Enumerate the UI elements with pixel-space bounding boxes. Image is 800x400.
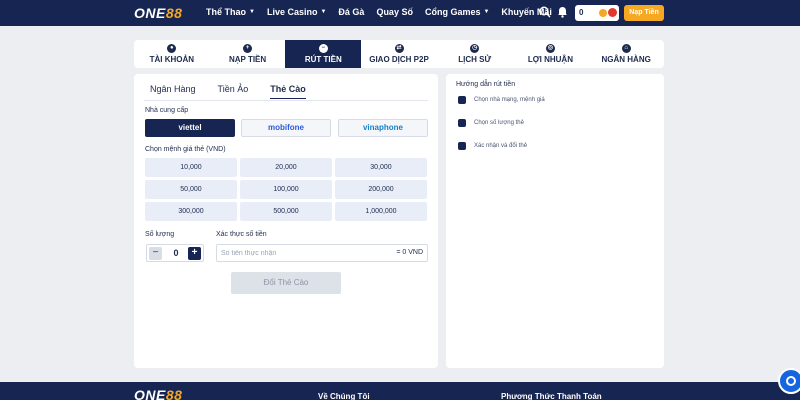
- denom-option[interactable]: 200,000: [335, 180, 427, 199]
- amount-label: Xác thực số tiền: [216, 231, 267, 238]
- tab-withdraw[interactable]: − RÚT TIỀN: [285, 40, 362, 68]
- quantity-label: Số lượng: [145, 231, 175, 238]
- denom-option[interactable]: 20,000: [240, 158, 332, 177]
- withdraw-method-tabs: Ngân Hàng Tiền Ảo Thẻ Cào: [150, 84, 328, 99]
- denom-option[interactable]: 500,000: [240, 202, 332, 221]
- denom-option[interactable]: 300,000: [145, 202, 237, 221]
- balance-display[interactable]: 0: [575, 5, 619, 21]
- card-icon: [458, 119, 466, 127]
- denom-option[interactable]: 10,000: [145, 158, 237, 177]
- quantity-stepper: − 0 +: [146, 244, 204, 262]
- provider-viettel[interactable]: viettel: [145, 119, 235, 137]
- amount-result: = 0 VND: [396, 249, 423, 256]
- clock-icon: ◷: [470, 44, 480, 53]
- guide-step: Chọn số lượng thẻ: [458, 119, 524, 127]
- tab-bank[interactable]: ⌂ NGÂN HÀNG: [588, 40, 664, 68]
- user-icon: ●: [167, 44, 177, 53]
- logo[interactable]: ONE88: [134, 5, 182, 21]
- withdraw-panel: Ngân Hàng Tiền Ảo Thẻ Cào Nhà cung cấp v…: [134, 74, 438, 368]
- denom-option[interactable]: 100,000: [240, 180, 332, 199]
- amount-input[interactable]: [221, 247, 371, 259]
- account-tabs: ● TÀI KHOẢN + NẠP TIỀN − RÚT TIỀN ⇄ GIAO DỊC…: [134, 40, 664, 68]
- nav-item-lottery[interactable]: Quay Số: [376, 7, 413, 17]
- chat-icon: [786, 376, 796, 386]
- main-nav: Thể Thao ▼ Live Casino ▼ Đá Gà Quay Số Cổn…: [206, 7, 564, 17]
- footer-payment-heading: Phương Thức Thanh Toán: [501, 392, 602, 400]
- footer: ONE88 Về Chúng Tôi Phương Thức Thanh Toá…: [0, 382, 800, 400]
- subtab-crypto[interactable]: Tiền Ảo: [218, 84, 249, 99]
- denom-option[interactable]: 1,000,000: [335, 202, 427, 221]
- guide-title: Hướng dẫn rút tiền: [456, 81, 516, 88]
- globe-icon: ◎: [545, 44, 555, 53]
- phone-icon: [458, 142, 466, 150]
- bell-icon[interactable]: [557, 6, 571, 20]
- denom-option[interactable]: 50,000: [145, 180, 237, 199]
- guide-step: Chọn nhà mạng, mệnh giá: [458, 96, 545, 104]
- subtab-bank[interactable]: Ngân Hàng: [150, 84, 196, 99]
- coin-icon: [599, 9, 607, 17]
- bank-icon: ⌂: [621, 44, 631, 53]
- minus-icon: −: [318, 44, 328, 53]
- subtab-scratch-card[interactable]: Thẻ Cào: [270, 84, 306, 99]
- denom-option[interactable]: 30,000: [335, 158, 427, 177]
- denomination-label: Chọn mệnh giá thẻ (VND): [145, 146, 226, 153]
- provider-vinaphone[interactable]: vinaphone: [338, 119, 428, 137]
- exchange-card-button[interactable]: Đổi Thẻ Cào: [231, 272, 341, 294]
- provider-mobifone[interactable]: mobifone: [241, 119, 331, 137]
- flag-icon: [608, 8, 617, 17]
- deposit-button[interactable]: Nạp Tiền: [624, 5, 664, 21]
- guide-step: Xác nhận và đổi thẻ: [458, 142, 527, 150]
- search-icon[interactable]: [539, 6, 553, 20]
- nav-item-cockfight[interactable]: Đá Gà: [338, 7, 364, 17]
- amount-field: = 0 VND: [216, 244, 428, 262]
- tab-history[interactable]: ◷ LỊCH SỬ: [437, 40, 513, 68]
- chevron-down-icon: ▼: [483, 9, 490, 15]
- tab-deposit[interactable]: + NẠP TIỀN: [210, 40, 286, 68]
- footer-about-heading: Về Chúng Tôi: [318, 392, 370, 400]
- live-chat-button[interactable]: [778, 368, 800, 394]
- footer-logo: ONE88: [134, 387, 183, 400]
- provider-label: Nhà cung cấp: [145, 107, 189, 114]
- guide-panel: Hướng dẫn rút tiền Chọn nhà mạng, mệnh g…: [446, 74, 664, 368]
- exchange-icon: ⇄: [394, 44, 404, 53]
- card-select-icon: [458, 96, 466, 104]
- quantity-increment-button[interactable]: +: [188, 247, 201, 260]
- divider: [144, 100, 428, 101]
- nav-item-live-casino[interactable]: Live Casino ▼: [267, 7, 326, 17]
- top-header: ONE88 Thể Thao ▼ Live Casino ▼ Đá Gà Quay …: [0, 0, 800, 26]
- chevron-down-icon: ▼: [249, 9, 255, 15]
- tab-p2p[interactable]: ⇄ GIAO DỊCH P2P: [361, 40, 437, 68]
- nav-item-games[interactable]: Cổng Games ▼: [425, 7, 489, 17]
- chevron-down-icon: ▼: [320, 9, 327, 15]
- plus-icon: +: [243, 44, 253, 53]
- tab-profit[interactable]: ◎ LỢI NHUẬN: [513, 40, 589, 68]
- tab-account[interactable]: ● TÀI KHOẢN: [134, 40, 210, 68]
- nav-item-sports[interactable]: Thể Thao ▼: [206, 7, 255, 17]
- balance-value: 0: [579, 8, 584, 17]
